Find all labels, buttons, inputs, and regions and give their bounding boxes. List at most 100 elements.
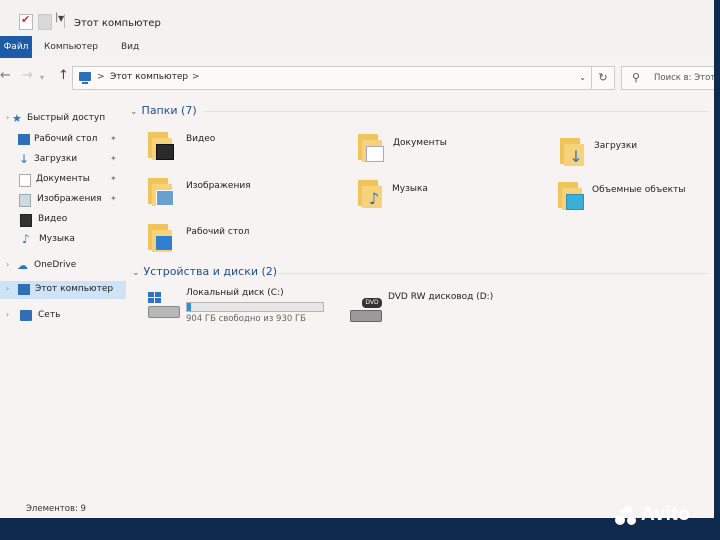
downloads-folder-icon: ↓ bbox=[558, 136, 584, 166]
sidebar-item-music[interactable]: ♪ Музыка bbox=[0, 231, 126, 249]
drive-free-space: 904 ГБ свободно из 930 ГБ bbox=[186, 314, 306, 324]
sidebar-item-onedrive[interactable]: › ☁ OneDrive bbox=[0, 257, 126, 275]
breadcrumb-this-pc[interactable]: Этот компьютер bbox=[110, 72, 188, 82]
address-dropdown-icon[interactable]: ⌄ bbox=[579, 73, 586, 82]
window-title: Этот компьютер bbox=[74, 18, 161, 29]
group-divider bbox=[278, 273, 708, 274]
tab-computer[interactable]: Компьютер bbox=[44, 36, 98, 58]
sidebar-item-label: OneDrive bbox=[34, 260, 77, 270]
new-folder-icon[interactable] bbox=[38, 14, 52, 30]
dvd-badge: DVD bbox=[362, 298, 382, 308]
pictures-folder-icon bbox=[146, 176, 174, 206]
sidebar-item-videos[interactable]: Видео bbox=[0, 211, 126, 229]
sidebar-item-downloads[interactable]: ↓ Загрузки ✦ bbox=[0, 151, 126, 169]
sidebar-item-this-pc[interactable]: › Этот компьютер bbox=[0, 281, 126, 299]
hard-drive-icon bbox=[146, 292, 182, 320]
pin-icon: ✦ bbox=[110, 194, 117, 203]
group-title: Устройства и диски (2) bbox=[143, 265, 278, 278]
sidebar-item-label: Этот компьютер bbox=[35, 284, 114, 294]
refresh-icon[interactable]: ↻ bbox=[591, 67, 614, 89]
network-icon bbox=[20, 310, 32, 321]
breadcrumb-chevron-icon[interactable]: > bbox=[192, 72, 200, 82]
title-separator bbox=[64, 14, 65, 28]
search-box[interactable]: ⚲ Поиск в: Этот компьютер bbox=[621, 66, 714, 90]
pin-icon: ✦ bbox=[110, 154, 117, 163]
expand-chevron-icon[interactable]: › bbox=[6, 260, 9, 269]
group-divider bbox=[204, 111, 709, 112]
drive-label: Локальный диск (C:) bbox=[186, 288, 284, 298]
avito-watermark: Avito bbox=[615, 502, 715, 528]
folder-label: Документы bbox=[393, 138, 447, 148]
forward-arrow-icon[interactable]: → bbox=[22, 68, 33, 83]
star-icon: ★ bbox=[12, 112, 22, 125]
search-placeholder: Поиск в: Этот компьютер bbox=[654, 73, 714, 83]
ribbon-tabs: Файл Компьютер Вид bbox=[0, 36, 714, 59]
expand-chevron-icon[interactable]: › bbox=[6, 284, 9, 293]
sidebar-item-label: Быстрый доступ bbox=[27, 113, 106, 123]
status-bar: Элементов: 9 bbox=[0, 500, 714, 518]
tab-file[interactable]: Файл bbox=[0, 36, 32, 58]
folder-label: Загрузки bbox=[594, 141, 638, 151]
folder-label: Видео bbox=[186, 134, 216, 144]
3d-objects-folder-icon bbox=[556, 180, 584, 210]
documents-folder-icon bbox=[356, 132, 384, 162]
tab-view[interactable]: Вид bbox=[121, 36, 139, 58]
document-icon bbox=[19, 174, 31, 187]
search-icon: ⚲ bbox=[632, 71, 641, 84]
folders-group-header[interactable]: ⌄ Папки (7) bbox=[130, 104, 197, 117]
computer-icon bbox=[18, 284, 30, 295]
pin-icon: ✦ bbox=[110, 134, 117, 143]
expand-chevron-icon[interactable]: › bbox=[6, 113, 9, 122]
desktop-folder-icon bbox=[146, 222, 172, 252]
download-icon: ↓ bbox=[18, 152, 30, 166]
navigation-bar: ← → ▾ ↑ > Этот компьютер > ⌄ ↻ ⚲ Поиск в… bbox=[0, 58, 714, 96]
drive-label: DVD RW дисковод (D:) bbox=[388, 292, 494, 302]
watermark-text: Avito bbox=[641, 504, 691, 525]
up-arrow-icon[interactable]: ↑ bbox=[58, 68, 69, 83]
folder-label: Объемные объекты bbox=[592, 185, 686, 195]
content-pane: ⌄ Папки (7) Видео Документы ↓ Загрузки Из… bbox=[126, 96, 714, 496]
image-icon bbox=[19, 194, 31, 207]
recent-locations-icon[interactable]: ▾ bbox=[40, 73, 44, 82]
sidebar-item-pictures[interactable]: Изображения ✦ bbox=[0, 191, 126, 209]
collapse-chevron-icon[interactable]: ⌄ bbox=[130, 107, 138, 117]
pin-icon: ✦ bbox=[110, 174, 117, 183]
sidebar-item-desktop[interactable]: Рабочий стол ✦ bbox=[0, 131, 126, 149]
folder-label: Изображения bbox=[186, 181, 251, 191]
sidebar-item-label: Изображения bbox=[37, 194, 102, 204]
address-bar[interactable]: > Этот компьютер > ⌄ ↻ bbox=[72, 66, 615, 90]
sidebar-item-label: Музыка bbox=[39, 234, 75, 244]
file-explorer-window: | ▼ Этот компьютер Файл Компьютер Вид ← … bbox=[0, 0, 714, 518]
expand-chevron-icon[interactable]: › bbox=[6, 310, 9, 319]
sidebar-item-label: Документы bbox=[36, 174, 90, 184]
folder-label: Рабочий стол bbox=[186, 227, 250, 237]
sidebar-item-label: Загрузки bbox=[34, 154, 78, 164]
collapse-chevron-icon[interactable]: ⌄ bbox=[132, 268, 140, 278]
navigation-pane: › ★ Быстрый доступ Рабочий стол ✦ ↓ Загр… bbox=[0, 100, 126, 500]
drive-usage-bar bbox=[186, 302, 324, 312]
back-arrow-icon[interactable]: ← bbox=[0, 68, 11, 83]
title-bar: | ▼ Этот компьютер bbox=[0, 0, 714, 36]
drive-usage-fill bbox=[187, 303, 191, 311]
sidebar-item-label: Видео bbox=[38, 214, 68, 224]
music-folder-icon: ♪ bbox=[356, 178, 382, 208]
folder-label: Музыка bbox=[392, 184, 428, 194]
sidebar-item-network[interactable]: › Сеть bbox=[0, 307, 126, 325]
desktop-icon bbox=[18, 134, 30, 145]
avito-logo-icon bbox=[615, 506, 637, 526]
cloud-icon: ☁ bbox=[17, 259, 28, 272]
breadcrumb-chevron-icon[interactable]: > bbox=[97, 72, 105, 82]
music-icon: ♪ bbox=[22, 232, 30, 246]
drives-group-header[interactable]: ⌄ Устройства и диски (2) bbox=[132, 265, 277, 278]
computer-icon bbox=[79, 72, 91, 84]
video-icon bbox=[20, 214, 32, 227]
sidebar-item-label: Сеть bbox=[38, 310, 61, 320]
dvd-drive-icon: DVD bbox=[348, 296, 384, 324]
windows-logo-icon bbox=[148, 292, 162, 304]
sidebar-item-documents[interactable]: Документы ✦ bbox=[0, 171, 126, 189]
sidebar-item-quick-access[interactable]: › ★ Быстрый доступ bbox=[0, 110, 126, 128]
group-title: Папки (7) bbox=[141, 104, 197, 117]
item-count: Элементов: 9 bbox=[26, 504, 86, 514]
video-folder-icon bbox=[146, 130, 174, 160]
properties-icon[interactable] bbox=[19, 13, 33, 30]
